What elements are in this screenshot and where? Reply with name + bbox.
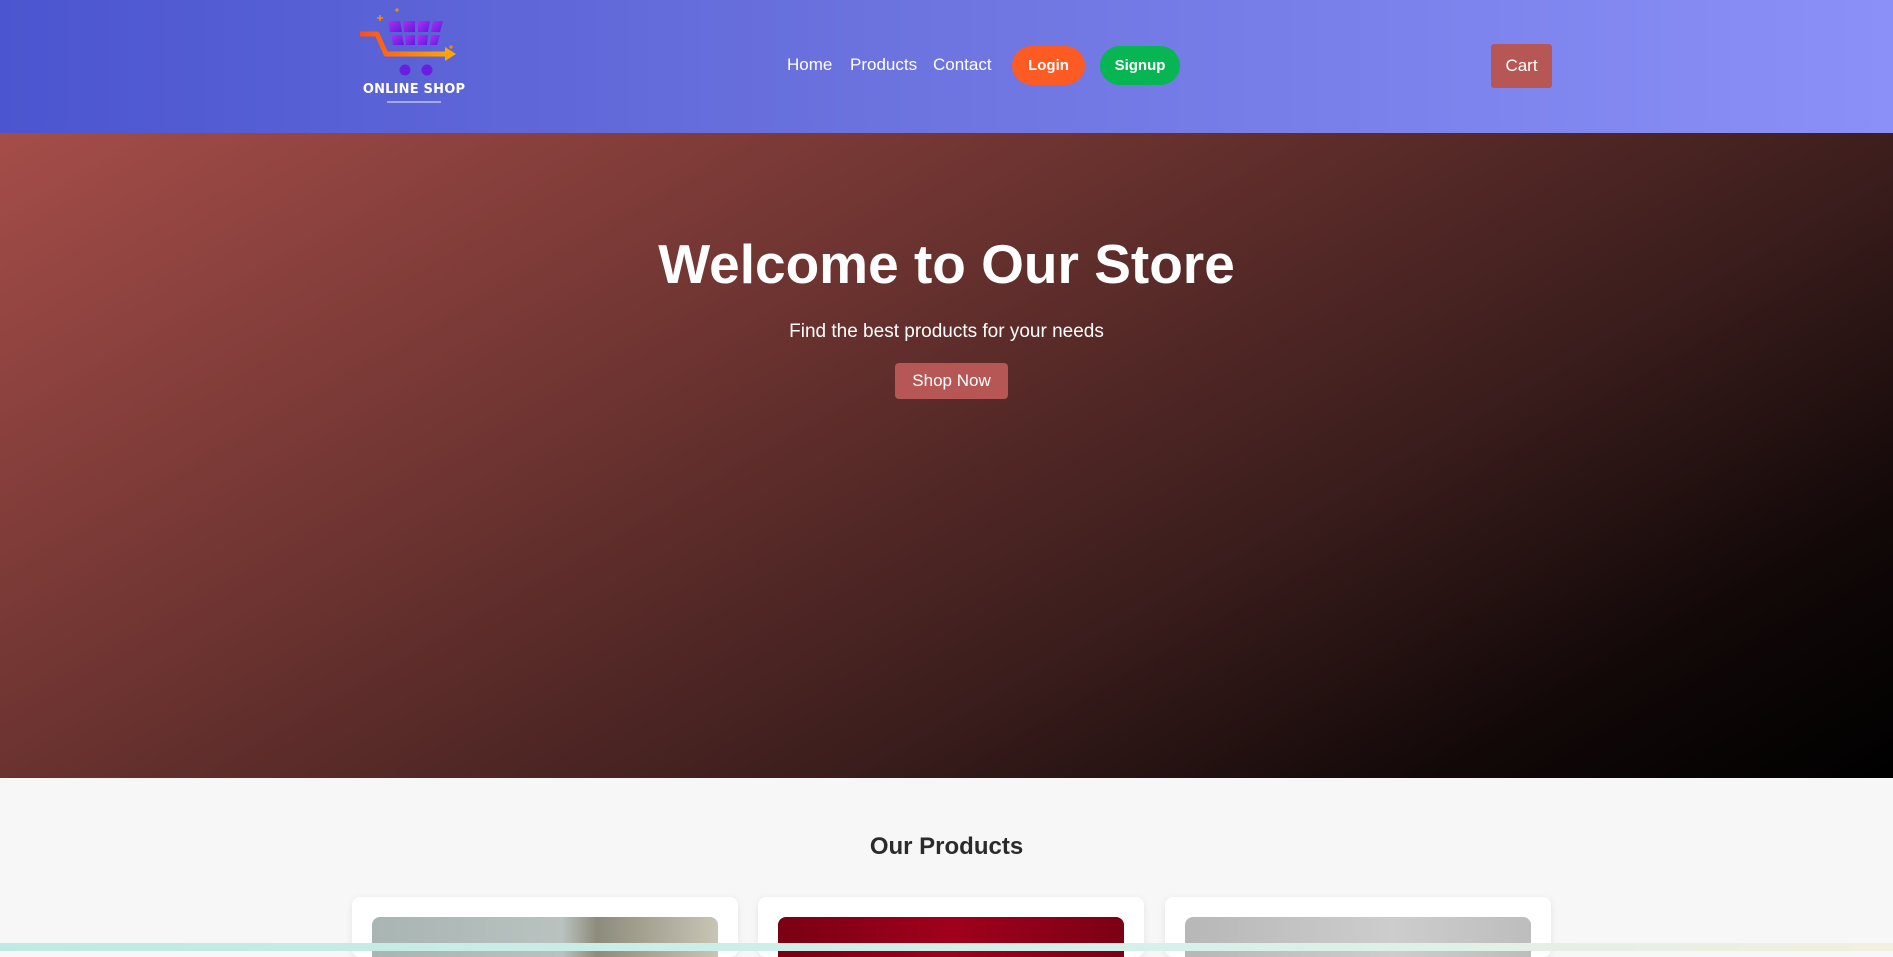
hero-subtitle: Find the best products for your needs — [789, 321, 1104, 342]
products-section-title: Our Products — [869, 833, 1024, 860]
shopping-cart-logo-icon — [360, 8, 456, 76]
nav-home-link[interactable]: Home — [787, 52, 832, 78]
signup-button[interactable]: Signup — [1100, 46, 1180, 85]
site-header: ONLINE SHOP Home Products Contact Login … — [0, 0, 1893, 133]
shop-now-button[interactable]: Shop Now — [895, 363, 1008, 399]
logo-text: ONLINE SHOP — [362, 82, 466, 97]
nav-contact-link[interactable]: Contact — [933, 52, 992, 78]
product-image — [372, 917, 718, 957]
cart-button[interactable]: Cart — [1491, 44, 1552, 88]
hero-title: Welcome to Our Store — [658, 233, 1235, 295]
product-image — [1185, 917, 1531, 957]
hero-banner: Welcome to Our Store Find the best produ… — [0, 133, 1893, 778]
bottom-edge-strip — [0, 943, 1893, 951]
login-button[interactable]: Login — [1012, 46, 1085, 85]
online-shop-logo[interactable]: ONLINE SHOP — [357, 6, 471, 106]
product-image — [778, 917, 1124, 957]
logo-tagline-line — [387, 101, 441, 103]
nav-products-link[interactable]: Products — [850, 52, 917, 78]
